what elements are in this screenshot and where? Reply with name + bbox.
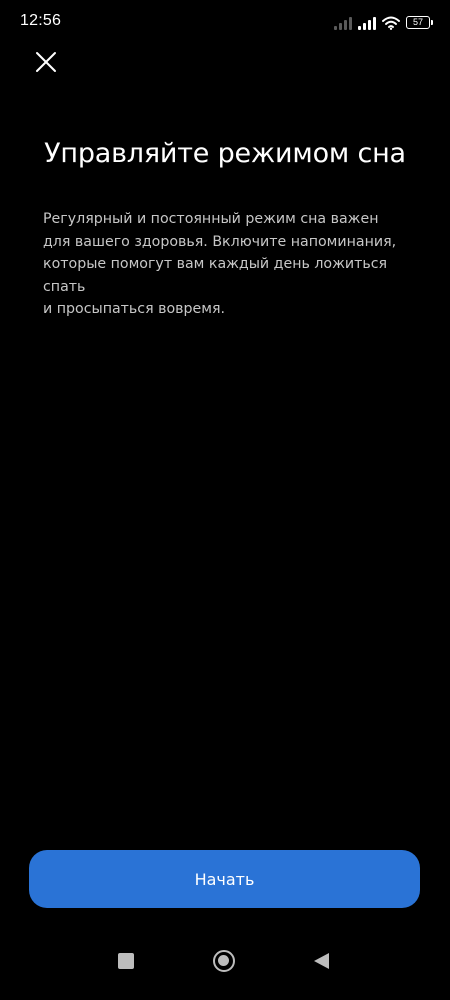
wifi-icon [382,16,400,30]
cell-signal-icon [358,16,376,30]
description-line: и просыпаться вовремя. [43,301,226,317]
recent-apps-icon[interactable] [118,953,134,969]
status-time: 12:56 [20,12,62,29]
cell-signal-icon [334,16,352,30]
start-button[interactable]: Начать [29,850,420,908]
description-line: которые помогут вам каждый день ложиться… [43,256,388,295]
description: Регулярный и постоянный режим сна важен … [43,208,423,321]
close-icon [36,52,56,72]
description-line: Регулярный и постоянный режим сна важен [43,211,379,227]
page-title: Управляйте режимом сна [44,138,406,169]
description-line: для вашего здоровья. Включите напоминани… [43,233,397,250]
navigation-bar [0,944,450,1000]
back-icon[interactable] [314,953,329,969]
battery-level: 57 [412,17,423,27]
close-button[interactable] [28,44,64,80]
battery-icon: 57 [406,16,433,29]
status-icons: 57 [334,14,433,30]
status-bar: 12:56 57 [0,0,450,44]
home-icon[interactable] [213,950,235,972]
